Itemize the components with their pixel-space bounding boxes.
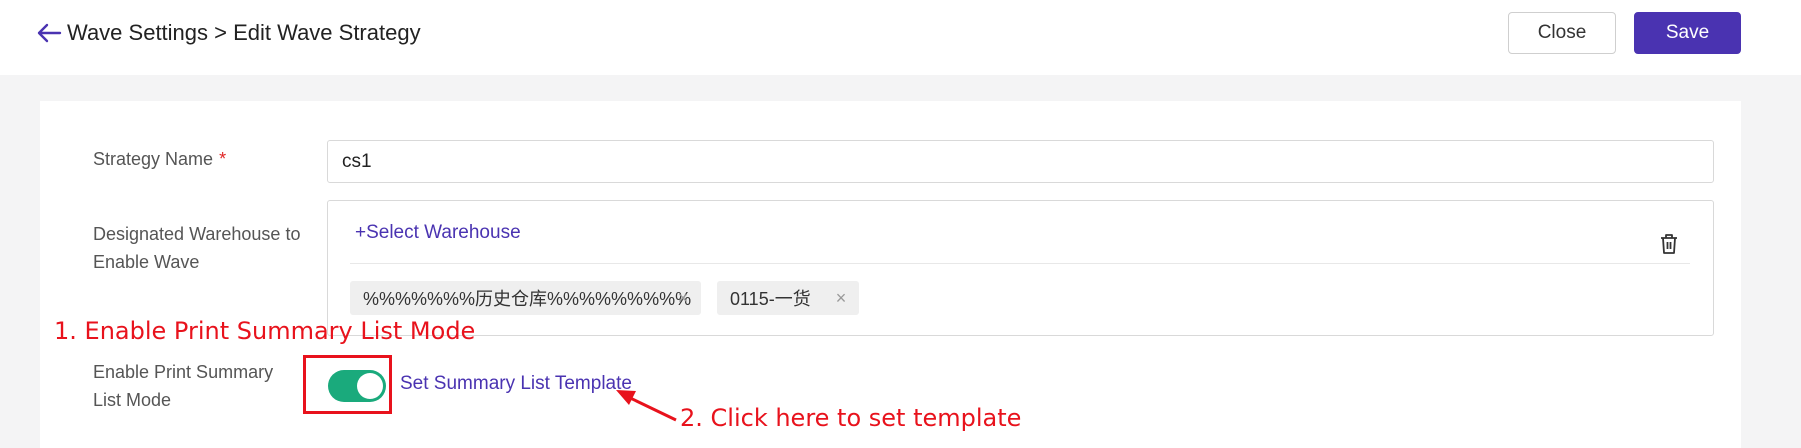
trash-icon[interactable] (1658, 232, 1680, 256)
warehouse-tag: 0115-一货 × (717, 281, 859, 315)
required-mark: * (219, 149, 227, 169)
close-icon[interactable]: × (833, 289, 849, 307)
close-button[interactable]: Close (1508, 12, 1616, 54)
select-warehouse-link[interactable]: +Select Warehouse (355, 222, 521, 244)
arrow-icon (616, 390, 677, 422)
arrow-left-icon[interactable] (36, 22, 62, 44)
strategy-name-label-text: Strategy Name (93, 149, 214, 169)
save-button[interactable]: Save (1634, 12, 1741, 54)
divider (350, 263, 1690, 264)
annotation-step2: 2. Click here to set template (680, 404, 1022, 432)
strategy-name-label: Strategy Name * (93, 145, 226, 173)
annotation-step1: 1. Enable Print Summary List Mode (54, 317, 476, 345)
warehouse-tag-label: 0115-一货 (730, 289, 811, 309)
highlight-box (303, 355, 392, 414)
strategy-name-input[interactable] (327, 140, 1714, 183)
warehouse-label: Designated Warehouse to Enable Wave (93, 224, 301, 272)
print-summary-label: Enable Print Summary List Mode (93, 362, 274, 410)
page-header: Wave Settings > Edit Wave Strategy Close… (0, 0, 1801, 75)
warehouse-tag: %%%%%%%历史仓库%%%%%%%%% × (350, 281, 701, 315)
breadcrumb: Wave Settings > Edit Wave Strategy (67, 20, 421, 45)
close-icon[interactable]: × (675, 289, 691, 307)
warehouse-selector: +Select Warehouse %%%%%%%历史仓库%%%%%%%%% ×… (327, 200, 1714, 336)
warehouse-tag-label: %%%%%%%历史仓库%%%%%%%%% (363, 289, 692, 309)
set-template-link[interactable]: Set Summary List Template (400, 373, 632, 395)
